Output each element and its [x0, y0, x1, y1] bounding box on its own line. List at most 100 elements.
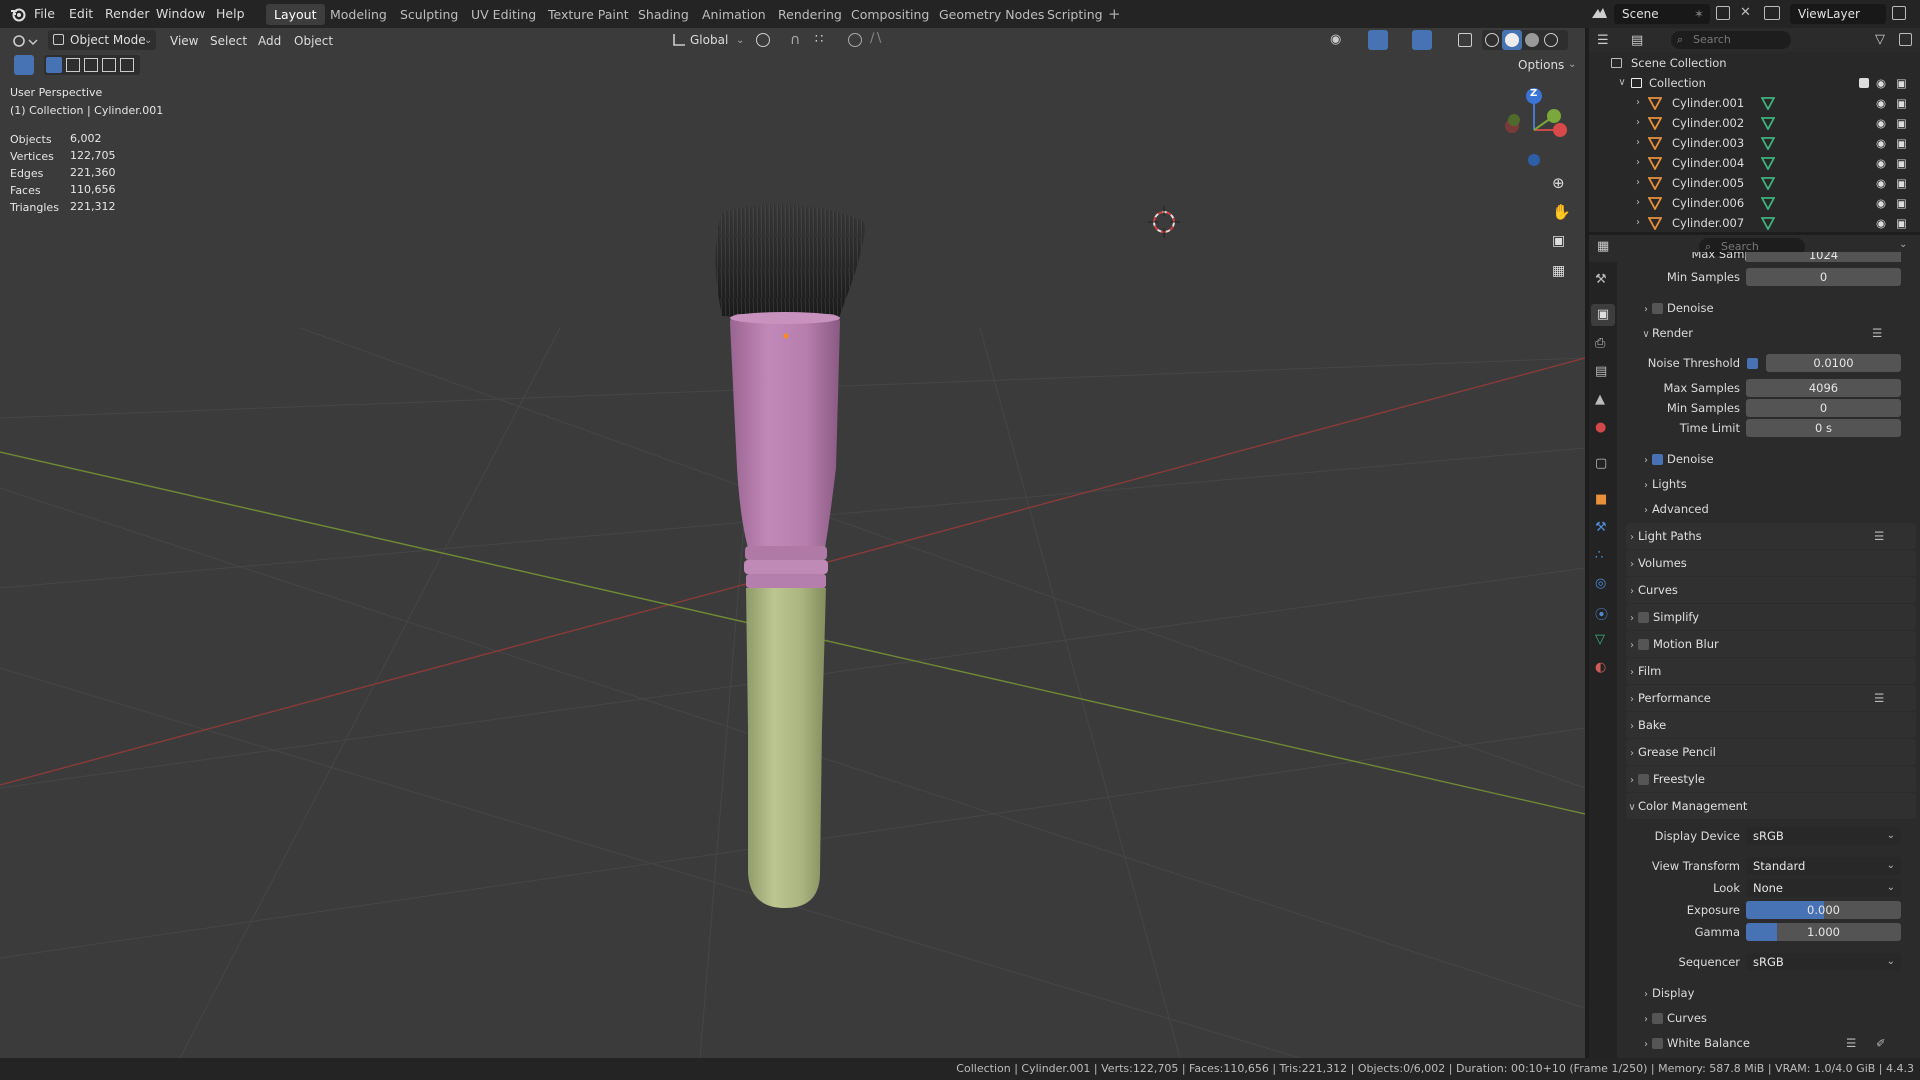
presets-list-icon[interactable]: ☰: [1846, 1032, 1856, 1054]
denoise-checkbox[interactable]: [1652, 303, 1663, 314]
options-dropdown[interactable]: Options ⌄: [1510, 55, 1580, 75]
curves-subpanel[interactable]: › Curves: [1640, 1007, 1910, 1029]
lights-subpanel[interactable]: › Lights: [1640, 473, 1910, 495]
selection-new-icon[interactable]: [46, 57, 62, 73]
menu-add[interactable]: Add: [258, 31, 281, 51]
menu-render[interactable]: Render: [105, 0, 150, 28]
pivot-icon[interactable]: [756, 33, 770, 47]
outliner-object-row[interactable]: › Cylinder.001 ◉ ▣: [1589, 93, 1920, 113]
zoom-icon[interactable]: ⊕: [1552, 174, 1565, 192]
blender-logo-icon[interactable]: [10, 6, 26, 22]
menu-file[interactable]: File: [34, 0, 55, 28]
display-mode-icon[interactable]: ▤: [1631, 33, 1643, 48]
advanced-subpanel[interactable]: › Advanced: [1640, 498, 1910, 520]
outliner-search-input[interactable]: ⌕ Search: [1671, 31, 1791, 49]
display-device-dropdown[interactable]: sRGB ⌄: [1746, 827, 1901, 845]
render-tab-icon[interactable]: ▣: [1591, 304, 1615, 326]
outliner-object-row[interactable]: › Cylinder.002 ◉ ▣: [1589, 113, 1920, 133]
exposure-slider[interactable]: 0.000: [1746, 901, 1901, 919]
color-management-panel[interactable]: ∨ Color Management: [1626, 793, 1916, 819]
camera-icon[interactable]: ▣: [1896, 213, 1907, 233]
menu-edit[interactable]: Edit: [69, 0, 93, 28]
chevron-right-icon[interactable]: ›: [1632, 153, 1644, 173]
chevron-right-icon[interactable]: ›: [1632, 133, 1644, 153]
camera-icon[interactable]: ▣: [1896, 93, 1907, 113]
scene-selector[interactable]: Scene ✶: [1614, 4, 1710, 24]
view-layer-selector[interactable]: ViewLayer: [1790, 4, 1886, 24]
output-tab-icon[interactable]: ⎙: [1595, 336, 1605, 351]
curves-checkbox[interactable]: [1652, 1013, 1663, 1024]
selection-subtract-icon[interactable]: [84, 58, 98, 72]
noise-threshold-checkbox[interactable]: [1747, 358, 1758, 369]
material-tab-icon[interactable]: ◐: [1595, 660, 1606, 675]
selection-extend-icon[interactable]: [66, 58, 80, 72]
overlay-toggle-icon[interactable]: [1412, 30, 1432, 50]
performance-panel[interactable]: › Performance ☰: [1626, 685, 1916, 711]
eye-icon[interactable]: ◉: [1876, 213, 1886, 233]
sequencer-dropdown[interactable]: sRGB ⌄: [1746, 953, 1901, 971]
tab-modeling[interactable]: Modeling: [322, 4, 395, 25]
selection-invert-icon[interactable]: [102, 58, 116, 72]
rendered-shading-icon[interactable]: [1544, 33, 1558, 47]
camera-icon[interactable]: ▣: [1896, 173, 1907, 193]
viewport-denoise-subpanel[interactable]: › Denoise: [1640, 297, 1910, 319]
view-transform-dropdown[interactable]: Standard ⌄: [1746, 857, 1901, 875]
motion-blur-checkbox[interactable]: [1638, 639, 1649, 650]
gizmo-toggle-icon[interactable]: [1368, 30, 1388, 50]
pin-icon[interactable]: ✶: [1694, 7, 1704, 21]
chevron-right-icon[interactable]: ›: [1632, 93, 1644, 113]
add-workspace-icon[interactable]: +: [1108, 5, 1121, 23]
eye-icon[interactable]: ◉: [1876, 193, 1886, 213]
menu-object[interactable]: Object: [294, 31, 333, 51]
properties-editor-icon[interactable]: ▦: [1597, 239, 1609, 254]
chevron-down-icon[interactable]: ∨: [1616, 73, 1628, 93]
proportional-edit-icon[interactable]: [848, 33, 862, 47]
new-collection-icon[interactable]: [1899, 33, 1912, 46]
camera-icon[interactable]: ▣: [1896, 153, 1907, 173]
tab-layout[interactable]: Layout: [266, 4, 325, 25]
collection-tab-icon[interactable]: ▢: [1595, 456, 1607, 471]
simplify-checkbox[interactable]: [1638, 612, 1649, 623]
mode-dropdown[interactable]: Object Mode ⌄: [48, 30, 156, 50]
noise-threshold-field[interactable]: 0.0100: [1766, 354, 1901, 372]
eye-icon[interactable]: ◉: [1876, 113, 1886, 133]
particles-tab-icon[interactable]: ∴: [1595, 548, 1603, 563]
white-balance-subpanel[interactable]: › White Balance ☰ ✐: [1640, 1032, 1910, 1054]
editor-type-icon[interactable]: [12, 33, 38, 49]
render-denoise-checkbox[interactable]: [1652, 454, 1663, 465]
viewport-min-samples-field[interactable]: 0: [1746, 268, 1901, 286]
camera-icon[interactable]: ▣: [1896, 73, 1907, 93]
solid-shading-icon[interactable]: [1502, 30, 1522, 50]
chevron-right-icon[interactable]: ›: [1632, 193, 1644, 213]
world-tab-icon[interactable]: ●: [1595, 420, 1606, 435]
orientation-dropdown[interactable]: Global ⌄: [670, 30, 746, 50]
chevron-down-icon[interactable]: ⌄: [1899, 239, 1907, 250]
tab-uv-editing[interactable]: UV Editing: [463, 4, 544, 25]
perspective-toggle-icon[interactable]: ▦: [1552, 263, 1565, 279]
physics-tab-icon[interactable]: ◎: [1595, 576, 1606, 591]
select-box-tool-icon[interactable]: [14, 55, 34, 75]
tab-scripting[interactable]: Scripting: [1039, 4, 1111, 25]
look-dropdown[interactable]: None ⌄: [1746, 879, 1901, 897]
presets-list-icon[interactable]: ☰: [1874, 685, 1884, 711]
outliner-row-scene-collection[interactable]: Scene Collection: [1589, 53, 1920, 73]
grease-pencil-panel[interactable]: › Grease Pencil: [1626, 739, 1916, 765]
chevron-right-icon[interactable]: ›: [1632, 173, 1644, 193]
tab-texture-paint[interactable]: Texture Paint: [540, 4, 637, 25]
selection-intersect-icon[interactable]: [120, 58, 134, 72]
tab-animation[interactable]: Animation: [694, 4, 774, 25]
camera-icon[interactable]: ▣: [1896, 133, 1907, 153]
eye-icon[interactable]: ◉: [1876, 153, 1886, 173]
tab-shading[interactable]: Shading: [630, 4, 697, 25]
eye-icon[interactable]: ◉: [1876, 133, 1886, 153]
material-shading-icon[interactable]: [1525, 33, 1539, 47]
camera-icon[interactable]: ▣: [1896, 193, 1907, 213]
outliner-object-row[interactable]: › Cylinder.006 ◉ ▣: [1589, 193, 1920, 213]
scene-tab-icon[interactable]: ▲: [1595, 392, 1605, 407]
menu-view[interactable]: View: [170, 31, 198, 51]
snap-target-icon[interactable]: ∷: [815, 32, 823, 47]
modifier-tab-icon[interactable]: ⚒: [1595, 520, 1607, 535]
tab-sculpting[interactable]: Sculpting: [392, 4, 466, 25]
tab-rendering[interactable]: Rendering: [770, 4, 850, 25]
menu-select[interactable]: Select: [210, 31, 247, 51]
